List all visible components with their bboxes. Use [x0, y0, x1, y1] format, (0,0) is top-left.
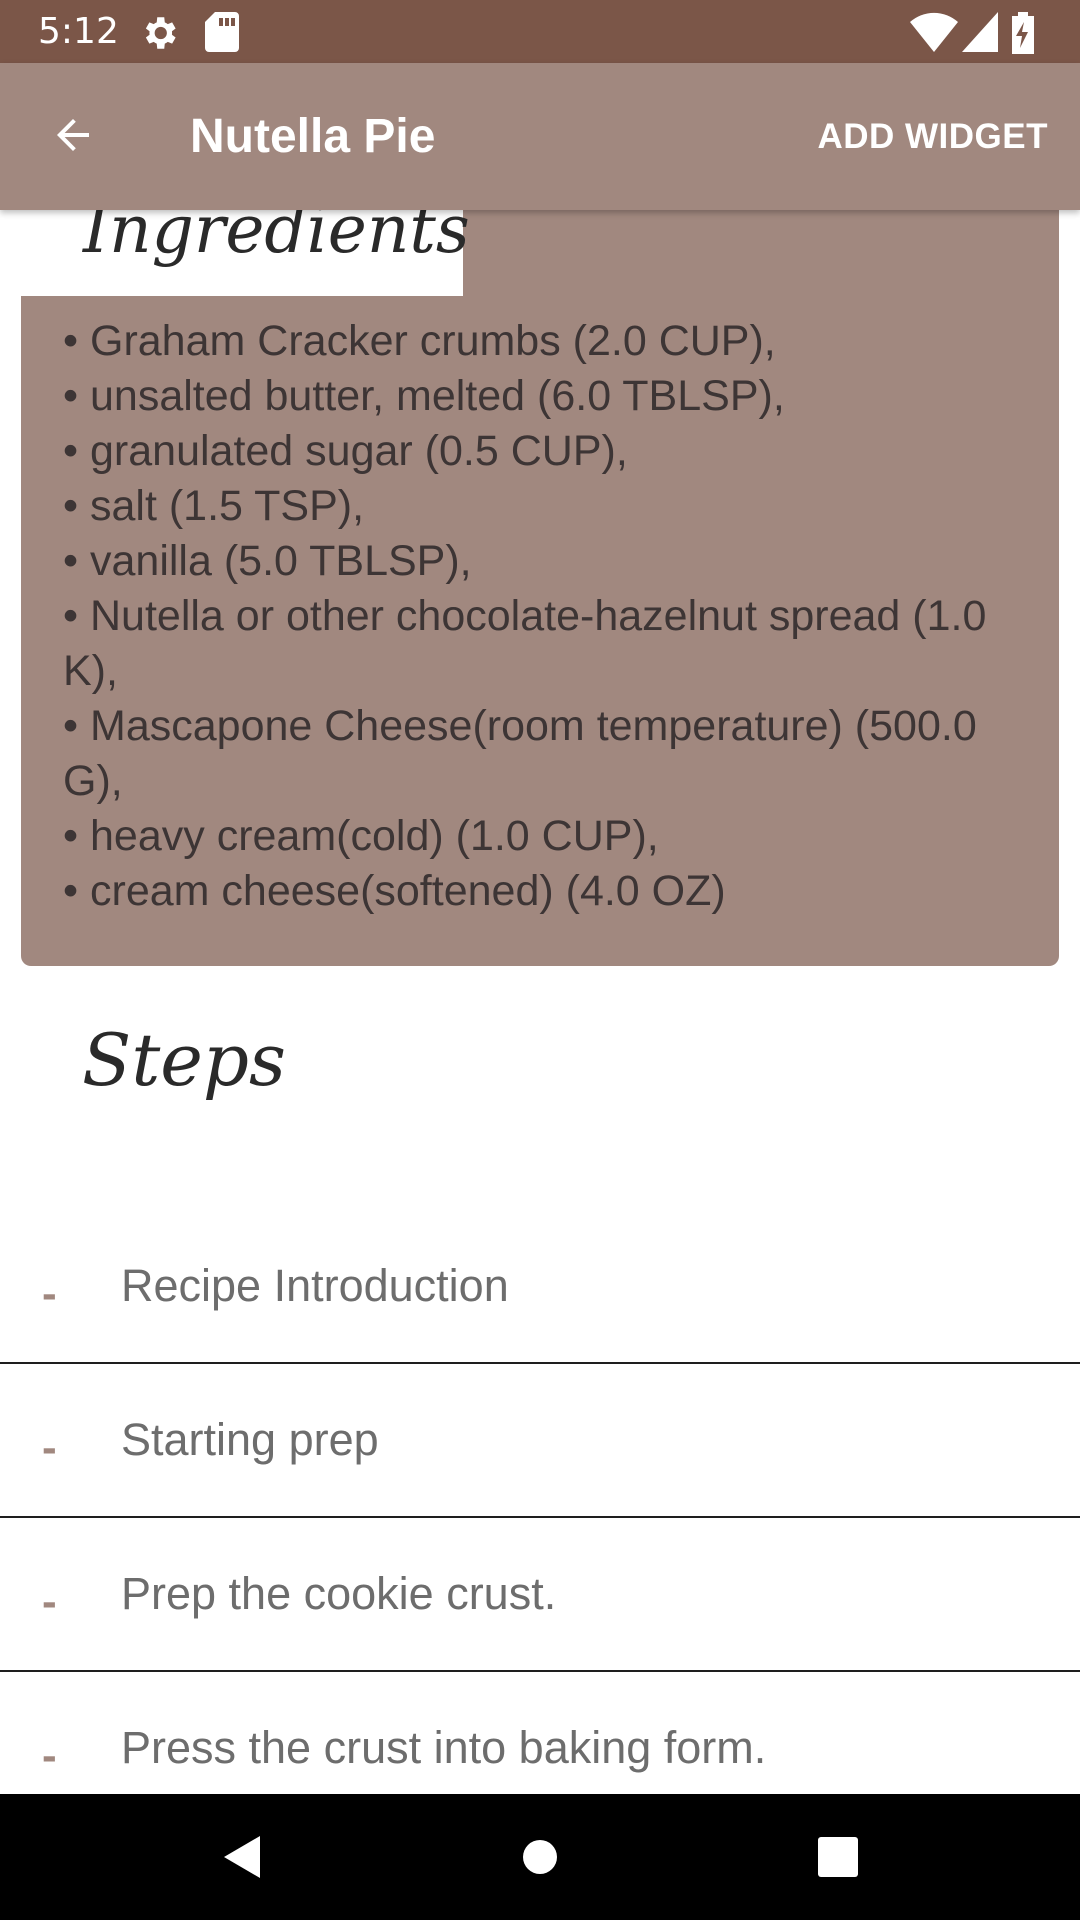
ingredient-item: • cream cheese(softened) (4.0 OZ) — [63, 867, 726, 915]
signal-icon — [962, 12, 998, 56]
status-time: 5:12 — [38, 11, 119, 52]
step-item[interactable]: - Press the crust into baking form. — [0, 1672, 1080, 1794]
ingredient-item: • Mascapone Cheese(room temperature) (50… — [63, 702, 977, 805]
recipe-content[interactable]: Ingredients • Graham Cracker crumbs (2.0… — [0, 210, 1080, 1794]
nav-home-icon — [505, 1840, 575, 1896]
ingredients-title: Ingredients — [83, 210, 470, 268]
app-bar: Nutella Pie ADD WIDGET — [0, 63, 1080, 210]
arrow-back-icon — [49, 111, 97, 163]
step-bullet: - — [42, 1423, 57, 1472]
step-label: Recipe Introduction — [121, 1260, 509, 1311]
ingredient-item: • heavy cream(cold) (1.0 CUP), — [63, 812, 659, 860]
ingredient-item: • salt (1.5 TSP), — [63, 482, 365, 530]
battery-charging-icon — [1010, 12, 1036, 58]
wifi-icon — [910, 12, 958, 56]
ingredient-item: • unsalted butter, melted (6.0 TBLSP), — [63, 372, 785, 420]
step-item[interactable]: - Recipe Introduction — [0, 1210, 1080, 1364]
step-item[interactable]: - Starting prep — [0, 1364, 1080, 1518]
nav-recents-icon — [803, 1837, 873, 1896]
step-bullet: - — [42, 1269, 57, 1318]
system-nav-bar — [0, 1794, 1080, 1920]
ingredients-header: Ingredients — [21, 210, 470, 296]
nav-back-icon — [206, 1836, 276, 1896]
gear-icon — [138, 12, 180, 58]
back-button[interactable] — [28, 101, 118, 173]
step-label: Press the crust into baking form. — [121, 1722, 767, 1773]
step-label: Prep the cookie crust. — [121, 1568, 557, 1619]
nav-back-button[interactable] — [206, 1822, 276, 1892]
ingredient-item: • vanilla (5.0 TBLSP), — [63, 537, 472, 585]
ingredient-item: • Graham Cracker crumbs (2.0 CUP), — [63, 317, 776, 365]
step-bullet: - — [42, 1731, 57, 1780]
ingredient-item: • granulated sugar (0.5 CUP), — [63, 427, 628, 475]
page-title: Nutella Pie — [190, 110, 436, 163]
step-label: Starting prep — [121, 1414, 379, 1465]
nav-recents-button[interactable] — [803, 1822, 873, 1892]
nav-home-button[interactable] — [505, 1822, 575, 1892]
ingredient-item: • Nutella or other chocolate-hazelnut sp… — [63, 592, 987, 695]
step-bullet: - — [42, 1577, 57, 1626]
ingredients-card: Ingredients • Graham Cracker crumbs (2.0… — [21, 210, 1059, 966]
add-widget-button[interactable]: ADD WIDGET — [817, 115, 1048, 159]
status-bar: 5:12 — [0, 0, 1080, 63]
ingredients-list: • Graham Cracker crumbs (2.0 CUP), • uns… — [63, 314, 1023, 919]
steps-title: Steps — [82, 1018, 286, 1102]
sd-card-icon — [205, 12, 239, 56]
step-item[interactable]: - Prep the cookie crust. — [0, 1518, 1080, 1672]
steps-list: - Recipe Introduction - Starting prep - … — [0, 1210, 1080, 1794]
